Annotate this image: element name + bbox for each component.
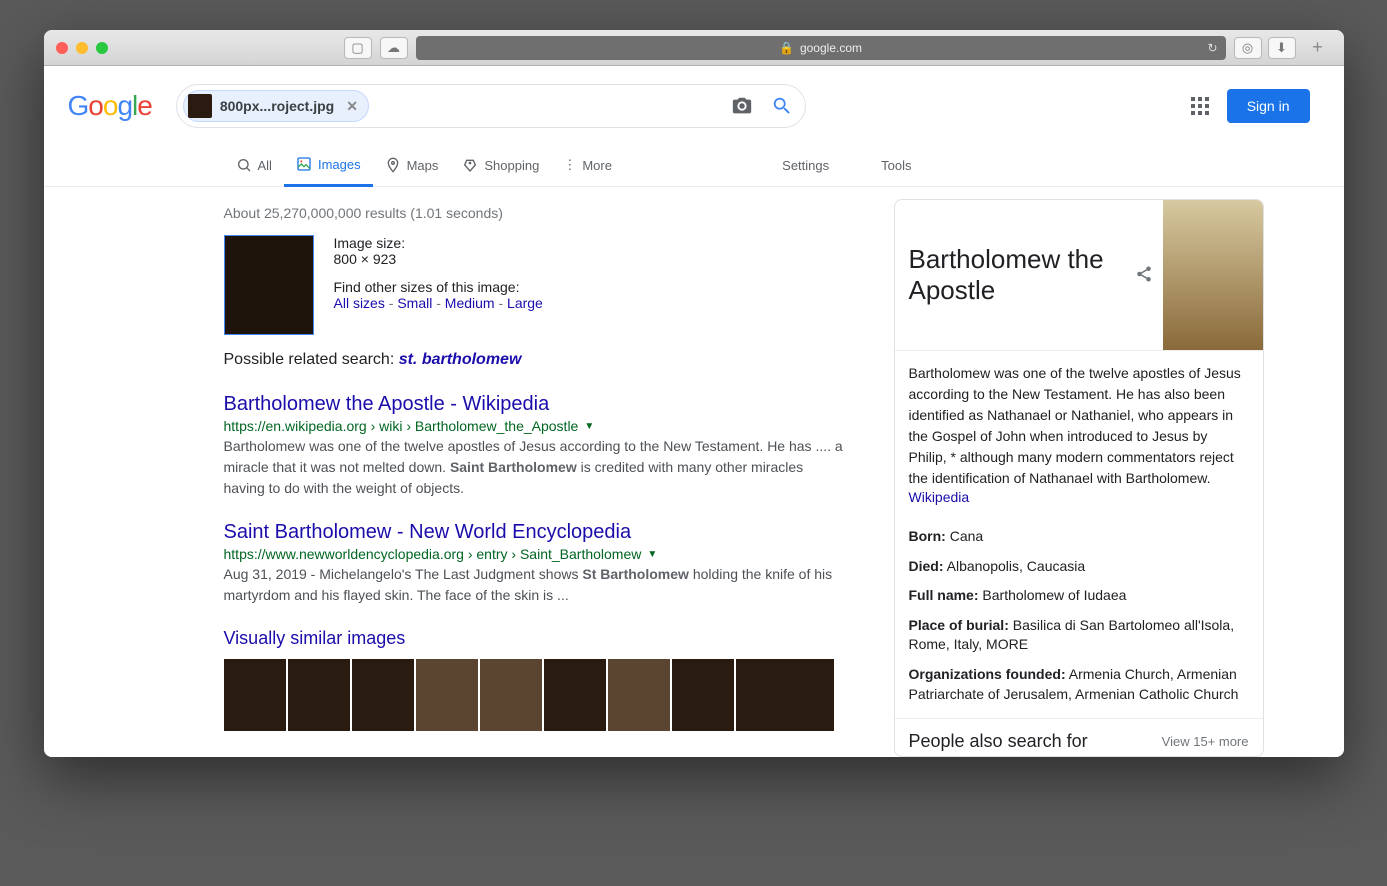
settings-link[interactable]: Settings xyxy=(770,148,841,185)
kp-source-link[interactable]: Wikipedia xyxy=(909,489,970,505)
tab-maps[interactable]: Maps xyxy=(373,147,451,185)
tools-link[interactable]: Tools xyxy=(869,148,923,185)
search-result: Saint Bartholomew - New World Encycloped… xyxy=(224,521,844,606)
search-result: Bartholomew the Apostle - Wikipedia http… xyxy=(224,393,844,499)
kp-died-link2[interactable]: Caucasia xyxy=(1027,558,1085,574)
more-icon: ⋮ xyxy=(563,157,576,173)
kp-description: Bartholomew was one of the twelve apostl… xyxy=(909,363,1249,489)
minimize-window-button[interactable] xyxy=(76,42,88,54)
tab-all-label: All xyxy=(258,158,272,173)
result-url[interactable]: https://en.wikipedia.org › wiki › Bartho… xyxy=(224,418,579,434)
knowledge-panel: Bartholomew the Apostle Bartholomew was … xyxy=(894,199,1264,757)
result-title-link[interactable]: Saint Bartholomew - New World Encycloped… xyxy=(224,521,844,544)
kp-org-link[interactable]: Armenia Church xyxy=(1069,666,1170,682)
kp-title: Bartholomew the Apostle xyxy=(909,244,1125,306)
visually-similar-strip xyxy=(224,659,844,731)
url-dropdown-icon[interactable]: ▼ xyxy=(647,549,657,560)
browser-window: ▢ ☁ 🔒 google.com ↻ ◎ ⬇ + Google 800px...… xyxy=(44,30,1344,757)
kp-died-link[interactable]: Albanopolis xyxy=(947,558,1019,574)
maximize-window-button[interactable] xyxy=(96,42,108,54)
reverse-image-chip[interactable]: 800px...roject.jpg ✕ xyxy=(183,90,369,122)
tab-shopping[interactable]: Shopping xyxy=(450,147,551,185)
similar-image-thumb[interactable] xyxy=(480,659,542,731)
result-stats: About 25,270,000,000 results (1.01 secon… xyxy=(224,205,844,221)
apps-icon[interactable] xyxy=(1191,97,1209,115)
size-large-link[interactable]: Large xyxy=(507,295,543,311)
similar-image-thumb[interactable] xyxy=(288,659,350,731)
kp-fullname: Bartholomew of Iudaea xyxy=(982,587,1126,603)
similar-image-thumb[interactable] xyxy=(224,659,286,731)
tab-images-label: Images xyxy=(318,157,361,172)
kp-burial-more-link[interactable]: MORE xyxy=(986,636,1028,652)
result-snippet: Bartholomew was one of the twelve apostl… xyxy=(224,436,844,499)
google-logo[interactable]: Google xyxy=(68,90,152,122)
related-search-link[interactable]: st. bartholomew xyxy=(399,351,522,368)
titlebar: ▢ ☁ 🔒 google.com ↻ ◎ ⬇ + xyxy=(44,30,1344,66)
search-header: Google 800px...roject.jpg ✕ xyxy=(44,66,1344,128)
related-search: Possible related search: st. bartholomew xyxy=(224,351,844,369)
close-window-button[interactable] xyxy=(56,42,68,54)
search-tabs: All Images Maps Shopping ⋮ More Settings… xyxy=(44,146,1344,187)
similar-image-thumb[interactable] xyxy=(352,659,414,731)
similar-image-thumb[interactable] xyxy=(672,659,734,731)
chip-filename: 800px...roject.jpg xyxy=(220,98,334,114)
lock-icon: 🔒 xyxy=(779,41,794,55)
image-size-label: Image size: xyxy=(334,235,543,251)
people-also-search-more[interactable]: View 15+ more xyxy=(1162,734,1249,749)
search-icon[interactable] xyxy=(771,95,793,117)
reload-icon[interactable]: ↻ xyxy=(1207,41,1217,55)
kp-born-link[interactable]: Cana xyxy=(950,528,983,544)
search-bar[interactable]: 800px...roject.jpg ✕ xyxy=(176,84,806,128)
size-medium-link[interactable]: Medium xyxy=(445,295,495,311)
tab-all[interactable]: All xyxy=(224,147,284,185)
traffic-lights xyxy=(56,42,108,54)
similar-image-thumb[interactable] xyxy=(544,659,606,731)
people-also-search-title: People also search for xyxy=(909,731,1088,752)
result-title-link[interactable]: Bartholomew the Apostle - Wikipedia xyxy=(224,393,844,416)
chip-remove-icon[interactable]: ✕ xyxy=(346,98,358,115)
similar-image-thumb[interactable] xyxy=(736,659,834,731)
main-column: About 25,270,000,000 results (1.01 secon… xyxy=(224,199,844,757)
image-info-block: Image size: 800 × 923 Find other sizes o… xyxy=(224,235,844,335)
result-snippet: Aug 31, 2019 - Michelangelo's The Last J… xyxy=(224,564,844,606)
camera-icon[interactable] xyxy=(731,95,753,117)
cloud-button[interactable]: ☁ xyxy=(380,37,408,59)
tab-more[interactable]: ⋮ More xyxy=(551,147,624,185)
similar-image-thumb[interactable] xyxy=(608,659,670,731)
toolbar-button-1[interactable]: ◎ xyxy=(1234,37,1262,59)
tab-maps-label: Maps xyxy=(407,158,439,173)
result-url[interactable]: https://www.newworldencyclopedia.org › e… xyxy=(224,546,642,562)
share-icon[interactable] xyxy=(1135,265,1153,286)
find-other-sizes-label: Find other sizes of this image: xyxy=(334,279,543,295)
sidebar-toggle-button[interactable]: ▢ xyxy=(344,37,372,59)
tab-more-label: More xyxy=(582,158,612,173)
similar-image-thumb[interactable] xyxy=(416,659,478,731)
downloads-button[interactable]: ⬇ xyxy=(1268,37,1296,59)
visually-similar-title[interactable]: Visually similar images xyxy=(224,628,844,649)
kp-thumbnail[interactable] xyxy=(1163,200,1263,350)
image-size-value: 800 × 923 xyxy=(334,251,543,267)
kp-org-link[interactable]: Armenian Catholic Church xyxy=(1075,686,1238,702)
query-image-thumbnail[interactable] xyxy=(224,235,314,335)
tab-shopping-label: Shopping xyxy=(484,158,539,173)
address-bar[interactable]: 🔒 google.com ↻ xyxy=(416,36,1226,60)
url-dropdown-icon[interactable]: ▼ xyxy=(584,421,594,432)
tab-images[interactable]: Images xyxy=(284,146,373,187)
new-tab-button[interactable]: + xyxy=(1304,37,1332,59)
size-small-link[interactable]: Small xyxy=(397,295,432,311)
chip-thumbnail xyxy=(188,94,212,118)
address-text: google.com xyxy=(800,41,862,55)
size-all-link[interactable]: All sizes xyxy=(334,295,385,311)
signin-button[interactable]: Sign in xyxy=(1227,89,1310,123)
